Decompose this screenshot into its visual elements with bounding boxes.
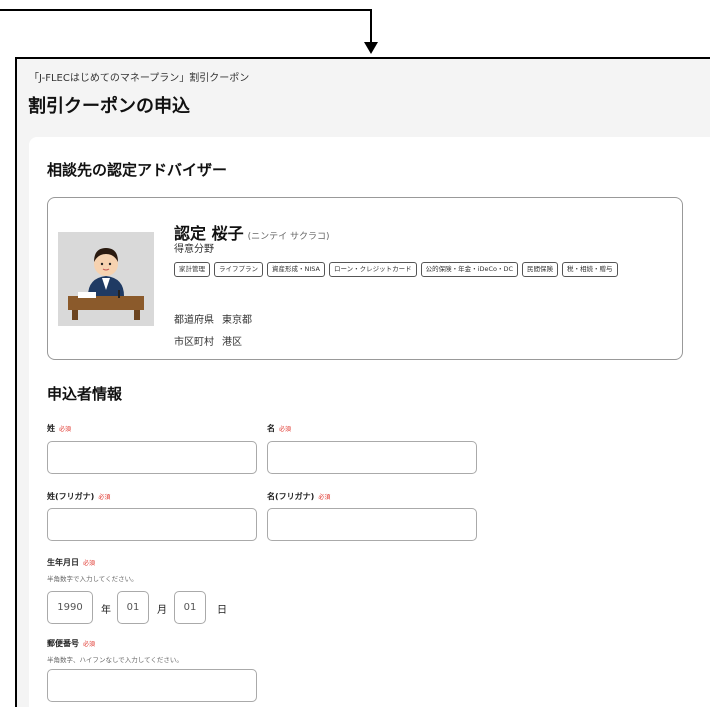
page-title: 割引クーポンの申込 bbox=[28, 96, 190, 117]
required-badge: 必須 bbox=[318, 494, 331, 501]
last-name-kana-input[interactable] bbox=[47, 508, 257, 541]
specialty-tag: ライフプラン bbox=[214, 262, 263, 277]
birth-month-input[interactable] bbox=[117, 591, 149, 624]
specialty-tag: ローン・クレジットカード bbox=[328, 262, 417, 277]
birthdate-label-text: 生年月日 bbox=[47, 558, 79, 567]
postal-code-input[interactable] bbox=[47, 669, 257, 702]
advisor-avatar bbox=[58, 232, 154, 326]
first-name-kana-input[interactable] bbox=[267, 508, 477, 541]
specialty-tags: 家計管理 ライフプラン 資産形成・NISA ローン・クレジットカード 公的保険・… bbox=[174, 262, 674, 277]
birth-day-input[interactable] bbox=[174, 591, 206, 624]
advisor-section-title: 相談先の認定アドバイザー bbox=[47, 161, 228, 179]
breadcrumb: 「J-FLECはじめてのマネープラン」割引クーポン bbox=[29, 73, 250, 84]
specialty-tag: 資産形成・NISA bbox=[267, 262, 325, 277]
city-row: 市区町村 港区 bbox=[174, 333, 242, 348]
prefecture-value: 東京都 bbox=[222, 315, 252, 326]
last-name-kana-label: 姓(フリガナ) 必須 bbox=[47, 491, 110, 502]
first-name-input[interactable] bbox=[267, 441, 477, 474]
required-badge: 必須 bbox=[83, 641, 96, 648]
advisor-card: 認定 桜子 (ニンテイ サクラコ) 得意分野 家計管理 ライフプラン 資産形成・N… bbox=[47, 197, 683, 360]
applicant-section-title: 申込者情報 bbox=[47, 385, 123, 403]
first-name-kana-label: 名(フリガナ) 必須 bbox=[267, 491, 330, 502]
required-badge: 必須 bbox=[83, 560, 96, 567]
postal-code-hint: 半角数字、ハイフンなしで入力してください。 bbox=[47, 656, 183, 664]
prefecture-row: 都道府県 東京都 bbox=[174, 311, 252, 326]
month-unit: 月 bbox=[157, 605, 167, 616]
postal-code-label: 郵便番号 必須 bbox=[47, 638, 95, 649]
last-name-kana-label-text: 姓(フリガナ) bbox=[47, 492, 95, 501]
connector-arrow-head-icon bbox=[364, 42, 378, 54]
connector-line-horizontal bbox=[0, 9, 372, 11]
advisor-illustration-icon bbox=[58, 232, 154, 326]
last-name-input[interactable] bbox=[47, 441, 257, 474]
last-name-label: 姓必須 bbox=[47, 423, 71, 434]
specialty-label: 得意分野 bbox=[174, 244, 214, 255]
advisor-name-kana: (ニンテイ サクラコ) bbox=[247, 232, 330, 242]
first-name-kana-label-text: 名(フリガナ) bbox=[267, 492, 315, 501]
specialty-tag: 民間保険 bbox=[522, 262, 559, 277]
required-badge: 必須 bbox=[279, 426, 292, 433]
day-unit: 日 bbox=[217, 605, 227, 616]
first-name-label-text: 名 bbox=[267, 424, 275, 433]
specialty-tag: 家計管理 bbox=[174, 262, 210, 277]
year-unit: 年 bbox=[101, 605, 111, 616]
required-badge: 必須 bbox=[98, 494, 111, 501]
required-badge: 必須 bbox=[59, 426, 72, 433]
form-card: 相談先の認定アドバイザー 認定 桜子 (ニンテイ サクラコ) 得意分野 家計管理… bbox=[29, 137, 710, 707]
city-label: 市区町村 bbox=[174, 337, 214, 348]
connector-line-vertical bbox=[370, 9, 372, 43]
prefecture-label: 都道府県 bbox=[174, 315, 214, 326]
specialty-tag: 税・相続・贈与 bbox=[562, 262, 618, 277]
page-frame: 「J-FLECはじめてのマネープラン」割引クーポン 割引クーポンの申込 相談先の… bbox=[15, 57, 710, 707]
specialty-tag: 公的保険・年金・iDeCo・DC bbox=[420, 262, 519, 277]
birthdate-hint: 半角数字で入力してください。 bbox=[47, 575, 138, 583]
first-name-label: 名必須 bbox=[267, 423, 291, 434]
birthdate-label: 生年月日 必須 bbox=[47, 557, 95, 568]
last-name-label-text: 姓 bbox=[47, 424, 55, 433]
postal-code-label-text: 郵便番号 bbox=[47, 639, 79, 648]
city-value: 港区 bbox=[222, 337, 242, 348]
birth-year-input[interactable] bbox=[47, 591, 93, 624]
